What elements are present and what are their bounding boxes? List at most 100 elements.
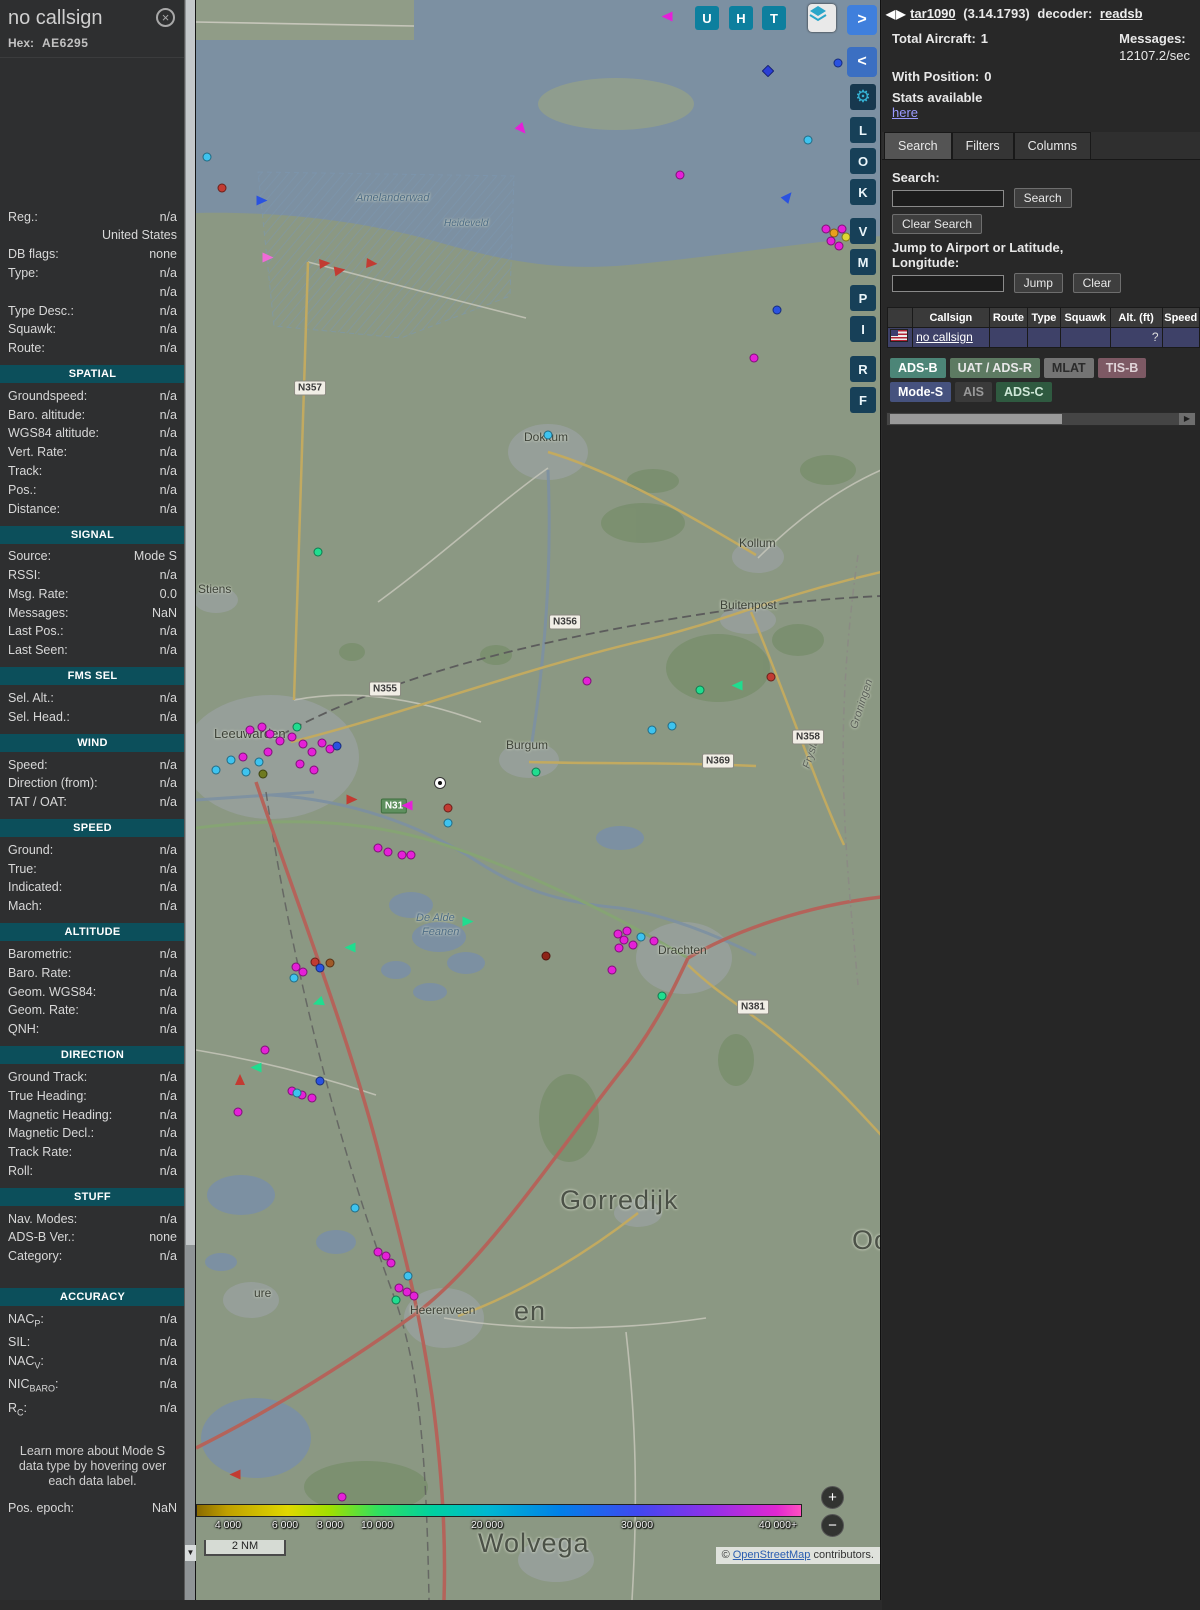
jump-clear-button[interactable]: Clear xyxy=(1072,273,1122,293)
filter-button-tis-b[interactable]: TIS-B xyxy=(1097,358,1147,378)
aircraft-marker[interactable] xyxy=(401,800,413,811)
aircraft-marker[interactable] xyxy=(350,1203,360,1213)
selected-aircraft-marker[interactable] xyxy=(435,778,445,788)
map-button-k[interactable]: K xyxy=(850,179,876,205)
filter-button-mlat[interactable]: MLAT xyxy=(1043,358,1094,378)
aircraft-marker[interactable] xyxy=(332,741,342,751)
column-header-speed[interactable]: Speed xyxy=(1161,307,1200,328)
tab-search[interactable]: Search xyxy=(884,132,952,159)
aircraft-marker[interactable] xyxy=(803,135,813,145)
map-button-o[interactable]: O xyxy=(850,148,876,174)
aircraft-marker[interactable] xyxy=(383,847,393,857)
aircraft-marker[interactable] xyxy=(661,11,673,22)
aircraft-marker[interactable] xyxy=(582,676,592,686)
aircraft-marker[interactable] xyxy=(254,757,264,767)
aircraft-marker[interactable] xyxy=(391,1295,401,1305)
aircraft-marker[interactable] xyxy=(309,765,319,775)
aircraft-marker[interactable] xyxy=(292,722,302,732)
aircraft-marker[interactable] xyxy=(263,747,273,757)
aircraft-marker[interactable] xyxy=(287,732,297,742)
grow-table-icon[interactable]: ▶ xyxy=(896,7,905,21)
aircraft-marker[interactable] xyxy=(667,721,677,731)
aircraft-marker[interactable] xyxy=(833,58,843,68)
aircraft-marker[interactable] xyxy=(772,305,782,315)
aircraft-marker[interactable] xyxy=(614,943,624,953)
jump-button[interactable]: Jump xyxy=(1013,273,1063,293)
aircraft-marker[interactable] xyxy=(731,680,743,691)
stats-here-link[interactable]: here xyxy=(892,105,918,120)
aircraft-marker[interactable] xyxy=(607,965,617,975)
aircraft-marker[interactable] xyxy=(241,767,251,777)
map-button-r[interactable]: R xyxy=(850,356,876,382)
table-horizontal-scrollbar[interactable]: ▶ xyxy=(886,412,1196,426)
aircraft-marker[interactable] xyxy=(307,1093,317,1103)
aircraft-marker[interactable] xyxy=(541,951,551,961)
aircraft-marker[interactable] xyxy=(622,926,632,936)
aircraft-callsign-link[interactable]: no callsign xyxy=(916,330,973,344)
column-header-type[interactable]: Type xyxy=(1027,307,1060,328)
aircraft-marker[interactable] xyxy=(258,769,268,779)
column-header-route[interactable]: Route xyxy=(988,307,1028,328)
tab-filters[interactable]: Filters xyxy=(951,132,1014,159)
aircraft-marker[interactable] xyxy=(319,257,331,269)
aircraft-marker[interactable] xyxy=(211,765,221,775)
left-scrollbar-thumb[interactable] xyxy=(186,0,195,1245)
search-input[interactable] xyxy=(892,189,1004,207)
close-icon[interactable]: × xyxy=(156,8,175,27)
aircraft-marker[interactable] xyxy=(749,353,759,363)
tar1090-link[interactable]: tar1090 xyxy=(910,6,956,21)
aircraft-marker[interactable] xyxy=(307,747,317,757)
filter-button-uat-ads-r[interactable]: UAT / ADS-R xyxy=(949,358,1040,378)
aircraft-marker[interactable] xyxy=(766,672,776,682)
scroll-right-icon[interactable]: ▶ xyxy=(1179,413,1195,425)
aircraft-marker[interactable] xyxy=(628,940,638,950)
aircraft-marker[interactable] xyxy=(298,967,308,977)
column-header-flag[interactable] xyxy=(887,307,913,328)
filter-button-ais[interactable]: AIS xyxy=(955,382,992,402)
aircraft-marker[interactable] xyxy=(366,257,378,269)
scroll-down-icon[interactable]: ▼ xyxy=(185,1545,196,1561)
tab-columns[interactable]: Columns xyxy=(1013,132,1091,159)
aircraft-row[interactable]: no callsign ? xyxy=(887,328,1200,348)
aircraft-marker[interactable] xyxy=(397,850,407,860)
aircraft-marker[interactable] xyxy=(233,1107,243,1117)
filter-button-mode-s[interactable]: Mode-S xyxy=(890,382,952,402)
map-button-i[interactable]: I xyxy=(850,316,876,342)
aircraft-marker[interactable] xyxy=(462,916,474,927)
map[interactable]: AmelanderwadHeideveldStiensLeeuwardenDok… xyxy=(196,0,881,1600)
aircraft-marker[interactable] xyxy=(403,1271,413,1281)
settings-button[interactable]: ⚙ xyxy=(850,84,876,110)
aircraft-marker[interactable] xyxy=(386,1258,396,1268)
aircraft-marker[interactable] xyxy=(289,973,299,983)
aircraft-marker[interactable] xyxy=(834,241,844,251)
aircraft-marker[interactable] xyxy=(315,1076,325,1086)
aircraft-marker[interactable] xyxy=(226,755,236,765)
aircraft-marker[interactable] xyxy=(250,1062,262,1073)
zoom-in-button[interactable]: + xyxy=(821,1486,844,1509)
aircraft-marker[interactable] xyxy=(647,725,657,735)
layer-switcher-button[interactable] xyxy=(808,4,836,32)
aircraft-marker[interactable] xyxy=(229,1469,241,1480)
jump-input[interactable] xyxy=(892,274,1004,292)
readsb-link[interactable]: readsb xyxy=(1100,6,1143,21)
map-button-f[interactable]: F xyxy=(850,387,876,413)
aircraft-marker[interactable] xyxy=(657,991,667,1001)
aircraft-marker[interactable] xyxy=(337,1492,347,1502)
aircraft-marker[interactable] xyxy=(217,183,227,193)
expand-panel-button[interactable]: > xyxy=(847,5,877,35)
aircraft-marker[interactable] xyxy=(315,963,325,973)
aircraft-marker[interactable] xyxy=(406,850,416,860)
zoom-out-button[interactable]: − xyxy=(821,1514,844,1537)
aircraft-marker[interactable] xyxy=(245,725,255,735)
aircraft-marker[interactable] xyxy=(275,736,285,746)
aircraft-marker[interactable] xyxy=(543,430,553,440)
aircraft-marker[interactable] xyxy=(298,739,308,749)
aircraft-marker[interactable] xyxy=(257,722,267,732)
aircraft-marker[interactable] xyxy=(262,252,274,263)
map-button-t[interactable]: T xyxy=(762,6,786,30)
aircraft-marker[interactable] xyxy=(531,767,541,777)
map-button-h[interactable]: H xyxy=(729,6,753,30)
aircraft-marker[interactable] xyxy=(325,958,335,968)
map-button-v[interactable]: V xyxy=(850,218,876,244)
aircraft-marker[interactable] xyxy=(235,1073,245,1085)
